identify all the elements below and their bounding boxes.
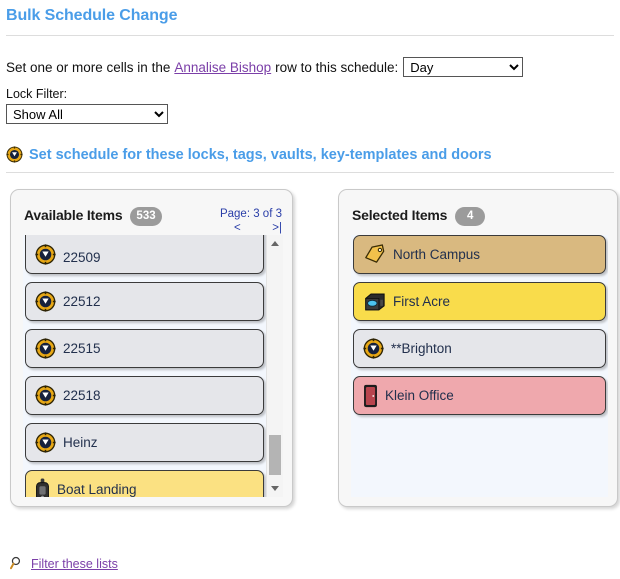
padlock-icon — [35, 477, 50, 497]
available-items-panel: Available Items 533 Page: 3 of 3 < >| 22… — [10, 189, 293, 507]
selected-items-panel: Selected Items 4 North Campus First Acre *… — [338, 189, 618, 507]
search-icon — [10, 556, 25, 571]
list-item[interactable]: 22509 — [25, 235, 264, 274]
available-items-list-area: 22509 22512 22515 22518 Heinz Boat Landing — [23, 235, 283, 497]
list-item[interactable]: 22518 — [25, 376, 264, 415]
list-item-label: Klein Office — [385, 388, 454, 403]
list-item[interactable]: 22515 — [25, 329, 264, 368]
list-item[interactable]: Heinz — [25, 423, 264, 462]
schedule-select[interactable]: DayNightWeekend24/7None — [403, 57, 524, 77]
selected-count-badge: 4 — [455, 207, 486, 226]
door-icon — [363, 384, 378, 408]
list-item-label: 22515 — [63, 341, 101, 356]
list-item-label: North Campus — [393, 247, 481, 262]
vault-icon — [363, 291, 386, 312]
person-link-annalise-bishop[interactable]: Annalise Bishop — [174, 60, 271, 75]
lock-filter-group: Lock Filter: Show AllLocksTagsVaultsKey-… — [6, 87, 620, 124]
available-panel-header: Available Items 533 Page: 3 of 3 < >| — [11, 190, 292, 235]
section-heading-link[interactable]: Set schedule for these locks, tags, vaul… — [29, 147, 492, 163]
lock-icon — [6, 146, 23, 163]
tag-icon — [363, 244, 386, 265]
schedule-form-row: Set one or more cells in the Annalise Bi… — [6, 57, 620, 77]
schedule-prefix-text: Set one or more cells in the — [6, 59, 171, 75]
left-edge-mask — [0, 172, 3, 579]
lock-filter-label: Lock Filter: — [6, 87, 68, 101]
lock-icon — [35, 291, 56, 312]
selected-items-list-area: North Campus First Acre **Brighton Klein Of… — [351, 235, 608, 497]
filter-lists-row: Filter these lists — [10, 556, 118, 571]
list-item-label: **Brighton — [391, 341, 452, 356]
filter-these-lists-link[interactable]: Filter these lists — [31, 557, 118, 571]
last-page-button[interactable]: >| — [272, 222, 282, 235]
lock-icon — [35, 432, 56, 453]
list-item-label: 22509 — [63, 250, 101, 265]
list-item[interactable]: **Brighton — [353, 329, 606, 368]
available-count-badge: 533 — [130, 207, 162, 226]
page-label: Page: 3 of 3 — [219, 208, 282, 220]
available-list-scrollbar[interactable] — [266, 235, 283, 497]
lock-icon — [35, 244, 56, 265]
available-panel-title: Available Items — [24, 207, 123, 223]
list-item-label: First Acre — [393, 294, 451, 309]
list-item[interactable]: 22512 — [25, 282, 264, 321]
selected-panel-header: Selected Items 4 — [339, 190, 617, 235]
selected-panel-title: Selected Items — [352, 207, 448, 223]
section-heading-row: Set schedule for these locks, tags, vaul… — [6, 146, 620, 163]
list-item[interactable]: North Campus — [353, 235, 606, 274]
available-items-list[interactable]: 22509 22512 22515 22518 Heinz Boat Landing — [23, 235, 266, 497]
page-title: Bulk Schedule Change — [6, 7, 178, 24]
list-item[interactable]: Klein Office — [353, 376, 606, 415]
list-item-label: Boat Landing — [57, 482, 137, 497]
selected-items-list[interactable]: North Campus First Acre **Brighton Klein Of… — [351, 235, 608, 497]
section-divider — [6, 172, 614, 173]
prev-page-button[interactable]: < — [234, 222, 241, 235]
lock-icon — [363, 338, 384, 359]
scroll-up-icon[interactable] — [267, 236, 283, 251]
lock-filter-select[interactable]: Show AllLocksTagsVaultsKey-TemplatesDoor… — [6, 104, 168, 124]
pagination-control: Page: 3 of 3 < >| — [220, 207, 282, 235]
title-divider — [6, 35, 614, 36]
list-item-label: 22512 — [63, 294, 101, 309]
lock-icon — [35, 338, 56, 359]
schedule-suffix-text: row to this schedule: — [275, 59, 399, 75]
scrollbar-thumb[interactable] — [269, 435, 281, 475]
scroll-down-icon[interactable] — [267, 481, 283, 496]
lock-icon — [35, 385, 56, 406]
list-item[interactable]: First Acre — [353, 282, 606, 321]
list-item-label: 22518 — [63, 388, 101, 403]
list-item-label: Heinz — [63, 435, 98, 450]
dual-list-panels: Available Items 533 Page: 3 of 3 < >| 22… — [0, 189, 620, 507]
list-item[interactable]: Boat Landing — [25, 470, 264, 497]
